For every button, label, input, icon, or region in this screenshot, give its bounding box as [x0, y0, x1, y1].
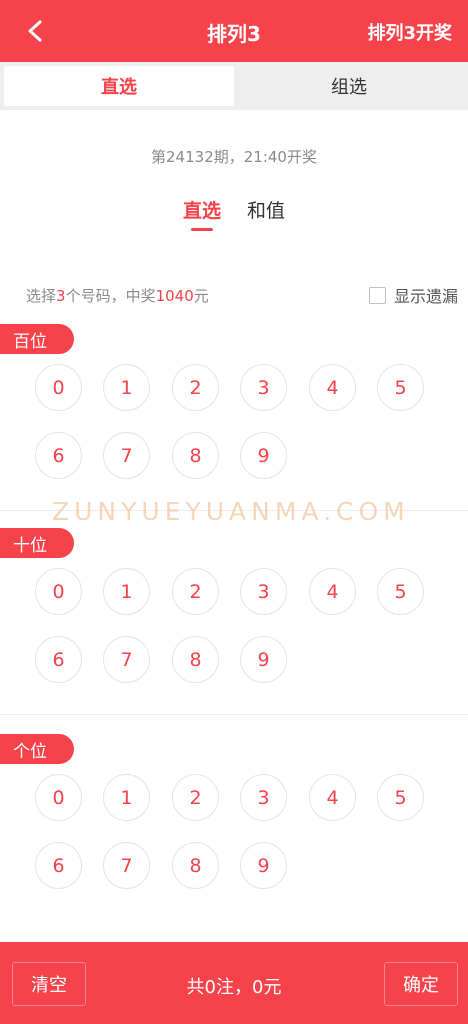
position-badge: 十位	[0, 528, 74, 558]
hint-suffix: 元	[193, 287, 209, 305]
number-ball[interactable]: 7	[103, 636, 150, 683]
number-ball[interactable]: 6	[35, 842, 82, 889]
number-ball[interactable]: 6	[35, 432, 82, 479]
show-missing-toggle[interactable]: 显示遗漏	[368, 283, 458, 307]
number-ball[interactable]: 8	[172, 432, 219, 479]
number-ball[interactable]: 9	[240, 842, 287, 889]
number-ball[interactable]: 7	[103, 432, 150, 479]
tab-direct-selection[interactable]: 直选	[4, 66, 234, 106]
number-ball[interactable]: 8	[172, 842, 219, 889]
number-ball[interactable]: 5	[377, 568, 424, 615]
number-ball[interactable]: 6	[35, 636, 82, 683]
number-ball[interactable]: 1	[103, 774, 150, 821]
watermark-text: ZUNYUEYUANMA.COM	[52, 497, 410, 526]
number-ball[interactable]: 0	[35, 364, 82, 411]
number-ball[interactable]: 4	[309, 774, 356, 821]
draw-results-link[interactable]: 排列3开奖	[367, 19, 452, 45]
position-badge: 个位	[0, 734, 74, 764]
bottom-action-bar: 清空 共0注，0元 确定	[0, 942, 468, 1024]
number-ball[interactable]: 8	[172, 636, 219, 683]
number-ball[interactable]: 9	[240, 636, 287, 683]
selection-hint: 选择3个号码，中奖1040元	[26, 285, 209, 306]
show-missing-label: 显示遗漏	[393, 287, 458, 306]
section-divider	[0, 714, 468, 715]
number-ball[interactable]: 2	[172, 568, 219, 615]
number-ball[interactable]: 1	[103, 364, 150, 411]
number-ball[interactable]: 2	[172, 364, 219, 411]
hint-middle: 个号码，中奖	[65, 287, 156, 305]
top-nav-bar: 排列3 排列3开奖	[0, 0, 468, 62]
number-ball[interactable]: 7	[103, 842, 150, 889]
number-ball[interactable]: 1	[103, 568, 150, 615]
subtab-sum-value[interactable]: 和值	[247, 196, 285, 223]
number-ball[interactable]: 3	[240, 774, 287, 821]
number-ball[interactable]: 5	[377, 364, 424, 411]
number-ball[interactable]: 4	[309, 364, 356, 411]
number-ball[interactable]: 2	[172, 774, 219, 821]
position-badge: 百位	[0, 324, 74, 354]
subtab-direct[interactable]: 直选	[183, 196, 221, 223]
hint-prize: 1040	[155, 287, 194, 305]
number-ball[interactable]: 5	[377, 774, 424, 821]
number-ball[interactable]: 3	[240, 568, 287, 615]
number-ball[interactable]: 0	[35, 774, 82, 821]
tab-group-selection[interactable]: 组选	[234, 66, 464, 106]
number-ball[interactable]: 4	[309, 568, 356, 615]
issue-draw-time: 第24132期，21:40开奖	[151, 148, 317, 166]
hint-prefix: 选择	[26, 287, 57, 305]
mode-tab-bar: 直选 组选	[0, 62, 468, 110]
confirm-button[interactable]: 确定	[384, 962, 458, 1006]
hint-count: 3	[56, 287, 66, 305]
number-ball[interactable]: 3	[240, 364, 287, 411]
show-missing-checkbox[interactable]	[368, 286, 386, 304]
play-type-tabs: 直选 和值	[0, 196, 468, 223]
number-ball[interactable]: 0	[35, 568, 82, 615]
number-ball[interactable]: 9	[240, 432, 287, 479]
